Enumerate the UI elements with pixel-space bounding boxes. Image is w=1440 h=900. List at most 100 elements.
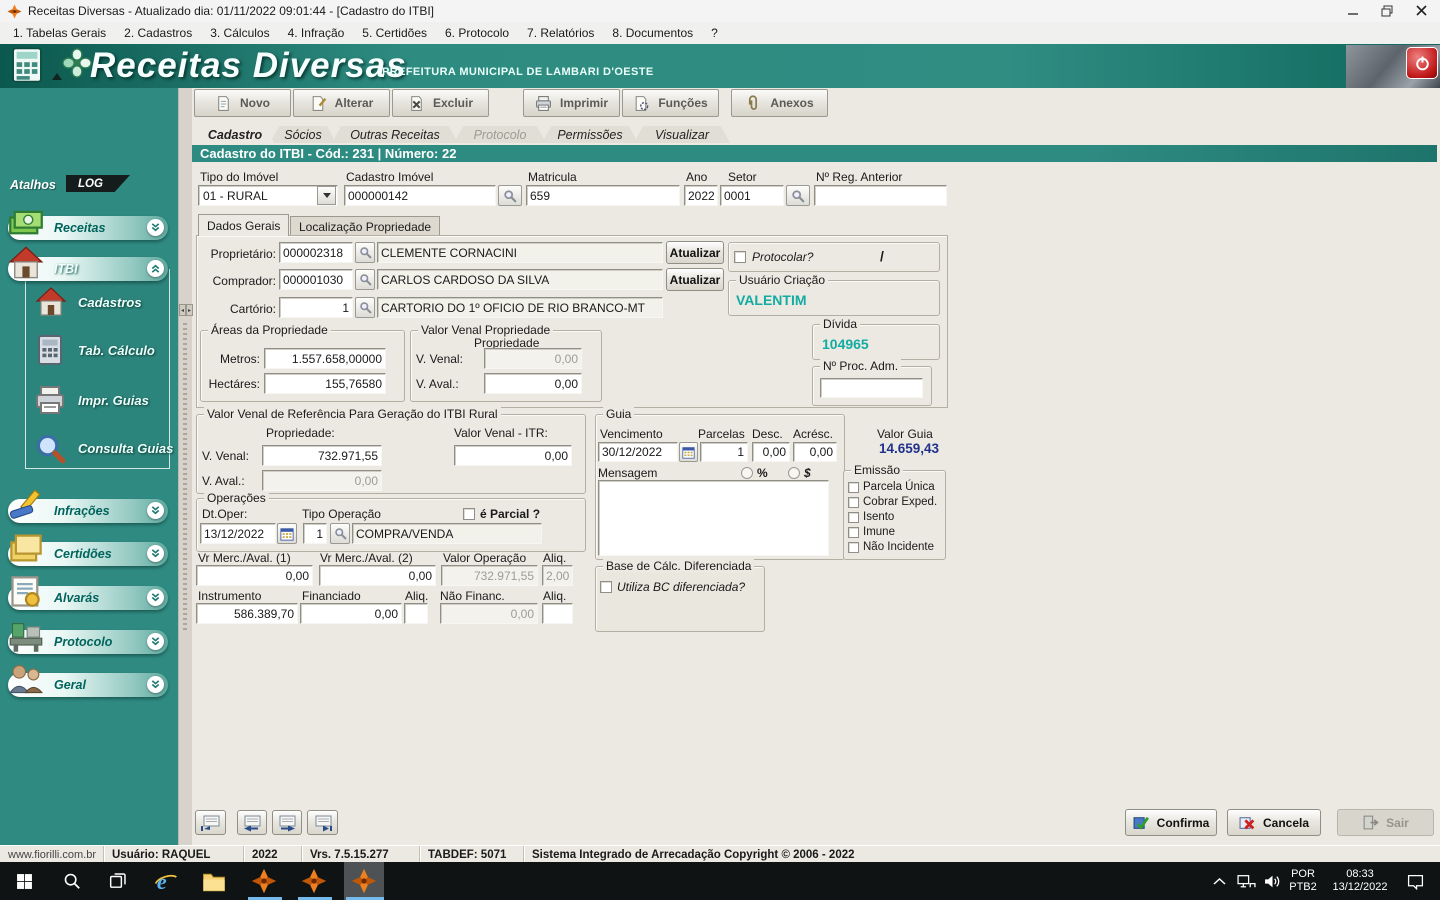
e-parcial-checkbox[interactable] [463, 508, 475, 520]
vr2-input[interactable] [319, 565, 436, 586]
ano-input[interactable] [684, 185, 718, 206]
chevron-down-icon[interactable] [147, 502, 164, 519]
sidebar-item-infracoes[interactable]: Infrações [8, 499, 168, 523]
cartorio-search-button[interactable] [355, 297, 375, 318]
power-exit-button[interactable] [1406, 47, 1438, 79]
excluir-button[interactable]: Excluir [392, 89, 489, 117]
tipo-operacao-name-input[interactable] [352, 523, 542, 544]
parcela-unica-checkbox[interactable] [848, 482, 859, 493]
nav-prev-button[interactable] [237, 810, 267, 835]
confirma-button[interactable]: Confirma [1125, 809, 1217, 836]
setor-input[interactable] [720, 185, 784, 206]
language-indicator[interactable]: POR PTB2 [1284, 868, 1322, 894]
dtoper-input[interactable] [200, 523, 276, 544]
fiorilli-app-1-button[interactable] [244, 862, 284, 900]
reg-anterior-input[interactable] [814, 185, 947, 206]
cancela-button[interactable]: Cancela [1227, 809, 1321, 836]
start-button[interactable] [4, 862, 44, 900]
dtoper-calendar-button[interactable] [277, 523, 297, 544]
sidebar-item-alvaras[interactable]: Alvarás [8, 586, 168, 610]
menu-documentos[interactable]: 8. Documentos [603, 23, 702, 43]
menu-relatorios[interactable]: 7. Relatórios [518, 23, 603, 43]
fiorilli-app-3-button-active[interactable] [344, 862, 384, 900]
vencimento-calendar-button[interactable] [679, 442, 698, 462]
ref-venal-input[interactable] [262, 445, 382, 466]
cartorio-code-input[interactable] [279, 297, 353, 318]
tab-dados-gerais[interactable]: Dados Gerais [198, 214, 289, 236]
proprietario-atualizar-button[interactable]: Atualizar [666, 241, 724, 264]
menu-tabelas-gerais[interactable]: 1. Tabelas Gerais [4, 23, 115, 43]
menu-protocolo[interactable]: 6. Protocolo [436, 23, 518, 43]
sidebar-subitem-consulta-guias[interactable]: Consulta Guias [34, 432, 173, 464]
dropdown-arrow-icon[interactable] [317, 186, 336, 205]
cartorio-name-input[interactable] [377, 297, 663, 318]
sidebar-item-protocolo[interactable]: Protocolo [8, 630, 168, 654]
internet-explorer-button[interactable] [146, 862, 186, 900]
nav-first-button[interactable] [195, 810, 226, 835]
sidebar-item-receitas[interactable]: Receitas [8, 216, 168, 240]
file-explorer-button[interactable] [194, 862, 234, 900]
tab-visualizar[interactable]: Visualizar [634, 126, 730, 143]
minimize-button[interactable] [1336, 0, 1370, 21]
setor-search-button[interactable] [786, 185, 810, 206]
tipo-operacao-code-input[interactable] [303, 523, 327, 544]
nav-next-button[interactable] [272, 810, 302, 835]
sidebar-item-itbi[interactable]: ITBI [8, 257, 168, 281]
clock-indicator[interactable]: 08:33 13/12/2022 [1324, 868, 1396, 894]
menu-cadastros[interactable]: 2. Cadastros [115, 23, 201, 43]
sidebar-subitem-impr-guias[interactable]: Impr. Guias [34, 384, 149, 416]
tab-cadastro[interactable]: Cadastro [196, 126, 274, 143]
instrumento-input[interactable] [196, 603, 298, 624]
vencimento-input[interactable] [598, 442, 678, 462]
cadastro-imovel-input[interactable] [344, 185, 496, 206]
matricula-input[interactable] [526, 185, 680, 206]
acresc-input[interactable] [793, 442, 837, 462]
comprador-search-button[interactable] [355, 269, 375, 290]
chevron-down-icon[interactable] [147, 589, 164, 606]
menu-calculos[interactable]: 3. Cálculos [201, 23, 278, 43]
proc-adm-input[interactable] [820, 378, 923, 398]
aliq3-input[interactable] [542, 603, 573, 624]
network-tray-button[interactable] [1232, 862, 1260, 900]
sidebar-item-geral[interactable]: Geral [8, 673, 168, 697]
proprietario-search-button[interactable] [355, 242, 375, 263]
chevron-down-icon[interactable] [147, 633, 164, 650]
desconto-money-radio[interactable] [788, 467, 800, 479]
cadastro-imovel-search-button[interactable] [498, 185, 522, 206]
splitter-collapse-left[interactable]: ◂ [179, 304, 186, 316]
log-badge[interactable]: LOG [66, 175, 130, 192]
sidebar-subitem-tab-calculo[interactable]: Tab. Cálculo [34, 334, 155, 366]
menu-infracao[interactable]: 4. Infração [279, 23, 354, 43]
novo-button[interactable]: Novo [194, 89, 291, 117]
sidebar-subitem-cadastros[interactable]: Cadastros [34, 286, 142, 318]
proprietario-name-input[interactable] [377, 242, 663, 263]
chevron-down-icon[interactable] [147, 219, 164, 236]
chevron-down-icon[interactable] [147, 676, 164, 693]
chevron-up-icon[interactable] [147, 260, 164, 277]
vvp-aval-input[interactable] [484, 373, 582, 394]
desconto-percent-radio[interactable] [741, 467, 753, 479]
comprador-atualizar-button[interactable]: Atualizar [666, 268, 724, 291]
chevron-down-icon[interactable] [147, 545, 164, 562]
fiorilli-app-2-button[interactable] [294, 862, 334, 900]
close-button[interactable] [1404, 0, 1438, 21]
tipo-operacao-search-button[interactable] [330, 523, 350, 544]
imprimir-button[interactable]: Imprimir [523, 89, 620, 117]
vr1-input[interactable] [196, 565, 313, 586]
sidebar-item-certidoes[interactable]: Certidões [8, 542, 168, 566]
tab-permissoes[interactable]: Permissões [542, 126, 638, 143]
task-view-button[interactable] [98, 862, 138, 900]
mensagem-textarea[interactable] [598, 480, 829, 556]
nav-last-button[interactable] [307, 810, 338, 835]
anexos-button[interactable]: Anexos [731, 89, 828, 117]
aliq2-input[interactable] [404, 603, 428, 624]
comprador-name-input[interactable] [377, 269, 663, 290]
funcoes-button[interactable]: Funções [622, 89, 719, 117]
protocolar-checkbox[interactable] [734, 251, 746, 263]
isento-checkbox[interactable] [848, 512, 859, 523]
action-center-button[interactable] [1398, 862, 1432, 900]
hectares-input[interactable] [264, 373, 386, 394]
taskbar-search-button[interactable] [52, 862, 92, 900]
menu-certidoes[interactable]: 5. Certidões [353, 23, 436, 43]
cobrar-exped-checkbox[interactable] [848, 497, 859, 508]
